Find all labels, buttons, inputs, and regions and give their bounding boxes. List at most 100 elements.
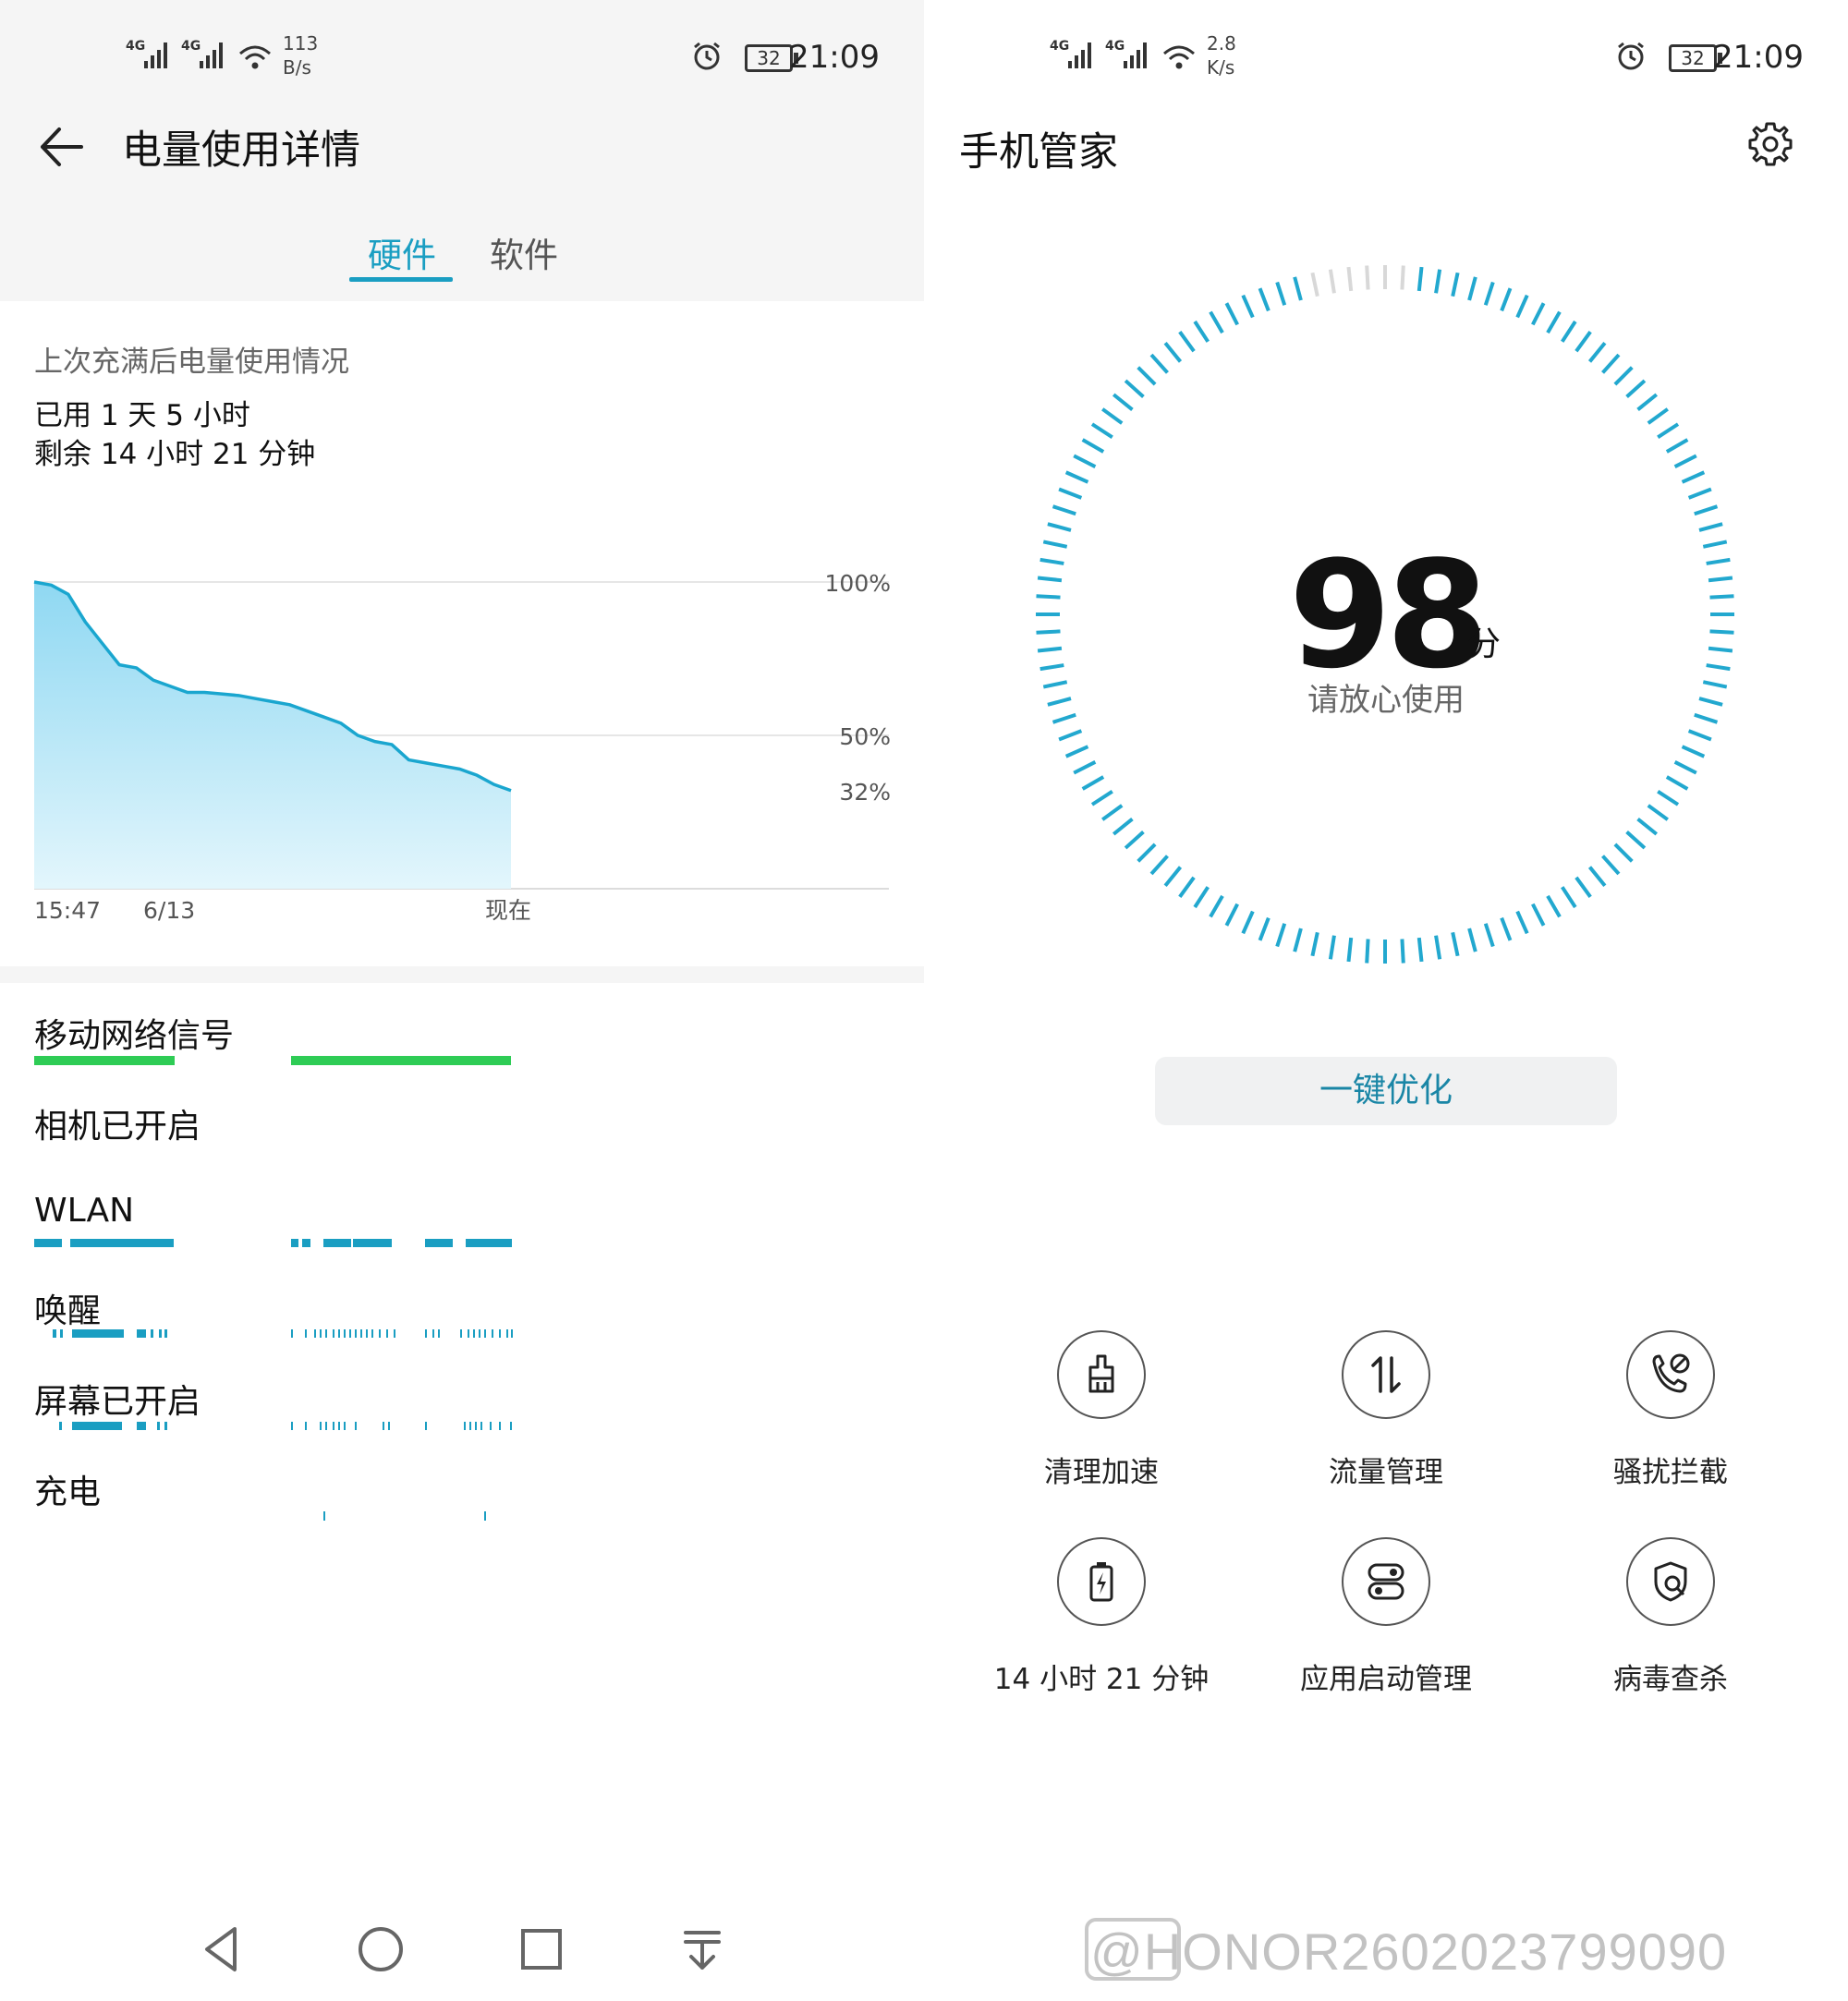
wake-event-tick: [320, 1329, 322, 1338]
dial-tick: [1310, 272, 1319, 297]
dial-tick: [1112, 393, 1134, 412]
tool-cleanup[interactable]: 清理加速: [963, 1330, 1240, 1490]
dial-tick: [1178, 331, 1196, 353]
wake-event-tick: [484, 1329, 486, 1338]
dial-tick: [1613, 843, 1634, 863]
network-type: 4G: [1105, 39, 1125, 54]
dial-tick: [1209, 310, 1224, 334]
screen-event-tick: [464, 1422, 466, 1430]
dial-tick: [1574, 331, 1592, 353]
dial-tick: [1625, 379, 1647, 398]
dial-tick: [1647, 804, 1669, 821]
wake-event-tick: [325, 1329, 327, 1338]
dial-tick: [1346, 266, 1354, 292]
dial-tick: [1515, 910, 1529, 935]
one-tap-optimize-button[interactable]: 一键优化: [1155, 1057, 1617, 1125]
network-type: 4G: [1050, 39, 1070, 54]
dial-tick: [1081, 438, 1105, 454]
screen-event-tick: [325, 1422, 327, 1430]
dial-tick: [1515, 294, 1529, 319]
dial-tick: [1625, 831, 1647, 850]
dial-tick: [1293, 276, 1303, 301]
dial-tick: [1546, 310, 1562, 334]
screen-event-tick: [383, 1422, 384, 1430]
wifi-icon: [1163, 45, 1195, 69]
phone-block-icon: [1626, 1330, 1715, 1419]
dial-tick: [1293, 928, 1303, 952]
dial-tick: [1434, 935, 1442, 960]
battery-icon: [1057, 1537, 1146, 1626]
tool-label: 应用启动管理: [1300, 1663, 1472, 1696]
hw-label-mobile-signal: 移动网络信号: [34, 1017, 235, 1055]
wake-event-tick: [314, 1329, 316, 1338]
dial-tick: [1163, 866, 1183, 888]
y-tick-label: 100%: [825, 570, 891, 597]
status-bar: 4G 4G 113 B/s 32 21:09: [0, 0, 924, 111]
section-divider: [0, 966, 924, 983]
dial-tick: [1400, 939, 1405, 964]
nav-back-icon[interactable]: [194, 1922, 249, 1977]
dial-tick: [1613, 366, 1634, 386]
x-tick-label: 6/13: [143, 897, 195, 924]
tool-virus-scan[interactable]: 病毒查杀: [1532, 1537, 1809, 1697]
dial-tick: [1500, 287, 1513, 312]
tool-label: 流量管理: [1329, 1456, 1443, 1489]
watermark-text: @HONOR2602023799090: [1090, 1922, 1728, 1981]
dial-tick: [1149, 855, 1169, 876]
score-message: 请放心使用: [1307, 682, 1465, 719]
dial-tick: [1687, 729, 1712, 742]
tool-data-management[interactable]: 流量管理: [1247, 1330, 1525, 1490]
dial-tick: [1657, 790, 1680, 806]
wake-event-tick: [511, 1329, 513, 1338]
dial-tick: [1090, 422, 1113, 439]
nav-notification-icon[interactable]: [675, 1922, 730, 1977]
hw-label-screen-on: 屏幕已开启: [34, 1383, 201, 1421]
dial-tick: [1434, 269, 1442, 294]
dial-tick: [1058, 729, 1083, 742]
app-launch-icon: [1342, 1537, 1430, 1626]
dial-tick: [1365, 265, 1370, 290]
wake-event-tick: [492, 1329, 493, 1338]
dial-tick: [1587, 866, 1607, 888]
dial-tick: [1310, 931, 1319, 957]
dial-tick: [1346, 937, 1354, 963]
dial-tick: [1687, 487, 1712, 500]
alarm-icon: [694, 42, 720, 70]
dial-tick: [1400, 265, 1405, 290]
back-arrow-icon[interactable]: [35, 124, 87, 170]
dial-tick: [1500, 916, 1513, 941]
screen-event-tick: [305, 1422, 307, 1430]
dial-tick: [1328, 935, 1336, 960]
time-used: 已用 1 天 5 小时: [34, 399, 250, 432]
dial-tick: [1636, 393, 1659, 412]
tool-spam-block[interactable]: 骚扰拦截: [1532, 1330, 1809, 1490]
hw-label-camera: 相机已开启: [34, 1108, 201, 1146]
y-tick-label: 50%: [839, 723, 891, 750]
dial-tick: [1665, 438, 1689, 454]
score-unit: 分: [1467, 625, 1502, 663]
tool-app-launch[interactable]: 应用启动管理: [1247, 1537, 1525, 1697]
dial-tick: [1647, 407, 1669, 425]
network-type: 4G: [181, 39, 201, 54]
dial-tick: [1483, 281, 1495, 306]
tool-label: 骚扰拦截: [1613, 1456, 1728, 1489]
dial-tick: [1058, 487, 1083, 500]
wake-event-tick: [338, 1329, 340, 1338]
dial-tick: [1657, 422, 1680, 439]
dial-tick: [1665, 775, 1689, 791]
gear-icon[interactable]: [1745, 118, 1796, 170]
dial-tick: [1124, 379, 1145, 398]
dial-tick: [1052, 504, 1076, 516]
dial-tick: [1241, 294, 1255, 319]
wake-event-tick: [355, 1329, 357, 1338]
nav-recents-icon[interactable]: [514, 1922, 569, 1977]
battery-icon: 32: [1669, 44, 1722, 72]
dial-tick: [1275, 281, 1287, 306]
dial-tick: [1451, 931, 1460, 957]
tool-battery[interactable]: 14 小时 21 分钟: [963, 1537, 1240, 1697]
wake-event-tick: [432, 1329, 434, 1338]
tab-hardware[interactable]: 硬件: [368, 227, 436, 277]
nav-home-icon[interactable]: [353, 1922, 408, 1977]
dial-tick: [1365, 939, 1370, 964]
tab-software[interactable]: 软件: [490, 227, 558, 277]
